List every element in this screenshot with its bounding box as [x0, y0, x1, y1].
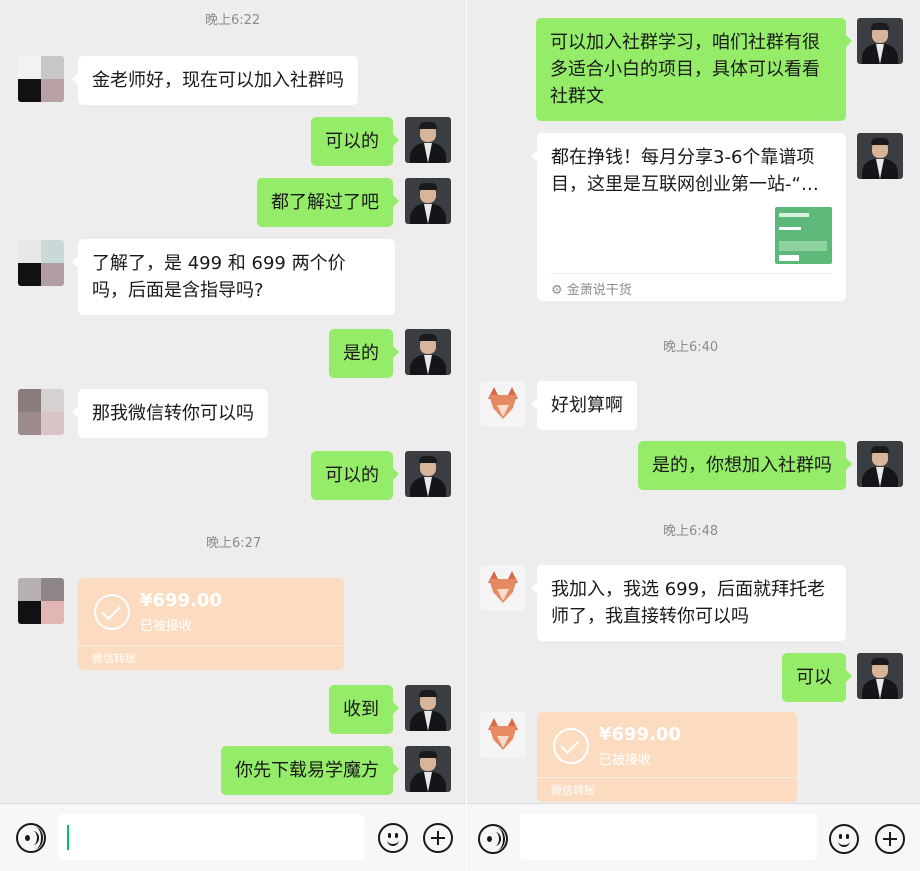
my-avatar[interactable]	[405, 451, 451, 497]
plus-icon[interactable]	[423, 823, 453, 853]
outgoing-message[interactable]: 可以的	[311, 451, 399, 500]
outgoing-message[interactable]: 收到	[329, 685, 399, 734]
emoji-icon[interactable]	[829, 824, 859, 854]
transfer-status: 已被接收	[599, 753, 652, 768]
incoming-message[interactable]: 我加入，我选 699，后面就拜托老师了，我直接转你可以吗	[531, 565, 846, 641]
voice-icon[interactable]	[478, 824, 508, 854]
transfer-card[interactable]: ¥699.00 已被接收 微信转账	[78, 578, 344, 670]
voice-icon[interactable]	[16, 823, 46, 853]
link-card-title: 都在挣钱！每月分享3-6个靠谱项目，这里是互联网创业第一站-“…	[551, 147, 819, 195]
contact-avatar[interactable]	[18, 389, 64, 435]
outgoing-message[interactable]: 是的，你想加入社群吗	[638, 441, 852, 490]
contact-avatar[interactable]	[18, 240, 64, 286]
incoming-message[interactable]: 了解了，是 499 和 699 两个价吗，后面是含指导吗?	[72, 239, 395, 315]
link-card-thumbnail	[775, 207, 832, 264]
transfer-footer-label: 微信转账	[92, 652, 136, 665]
chat-pane-right: 可以加入社群学习，咱们社群有很多适合小白的项目，具体可以看看社群文 都在挣钱！每…	[467, 0, 920, 871]
my-avatar[interactable]	[857, 653, 903, 699]
my-avatar[interactable]	[857, 18, 903, 64]
incoming-message[interactable]: 好划算啊	[531, 381, 637, 430]
transfer-amount: ¥699.00	[599, 724, 681, 745]
contact-avatar-fox[interactable]	[480, 565, 526, 611]
input-bar	[467, 803, 920, 871]
transfer-footer: 微信转账	[78, 645, 344, 670]
contact-avatar[interactable]	[18, 578, 64, 624]
timestamp: 晚上6:27	[206, 536, 262, 551]
my-avatar[interactable]	[405, 746, 451, 792]
timestamp: 晚上6:22	[205, 13, 261, 28]
message-input[interactable]	[58, 814, 364, 860]
timestamp: 晚上6:48	[663, 524, 719, 539]
plus-icon[interactable]	[875, 824, 905, 854]
my-avatar[interactable]	[857, 133, 903, 179]
outgoing-message[interactable]: 可以的	[311, 117, 399, 166]
contact-avatar-fox[interactable]	[480, 712, 526, 758]
my-avatar[interactable]	[405, 329, 451, 375]
link-card[interactable]: 都在挣钱！每月分享3-6个靠谱项目，这里是互联网创业第一站-“… ⚙ 金萧说干货	[531, 133, 846, 301]
link-card-source: ⚙ 金萧说干货	[551, 283, 632, 298]
message-input[interactable]	[520, 814, 817, 860]
outgoing-message[interactable]: 可以加入社群学习，咱们社群有很多适合小白的项目，具体可以看看社群文	[536, 18, 852, 121]
outgoing-message[interactable]: 你先下载易学魔方	[221, 746, 399, 795]
input-bar	[0, 803, 466, 871]
contact-avatar[interactable]	[18, 56, 64, 102]
transfer-footer: 微信转账	[537, 777, 797, 802]
transfer-status: 已被接收	[140, 619, 193, 634]
my-avatar[interactable]	[405, 117, 451, 163]
timestamp: 晚上6:40	[663, 340, 719, 355]
contact-avatar-fox[interactable]	[480, 381, 526, 427]
check-circle-icon	[94, 594, 130, 630]
divider	[551, 273, 832, 274]
chat-pane-left: 晚上6:22 金老师好，现在可以加入社群吗 可以的 都了解过了吧 了解了，是 4…	[0, 0, 466, 871]
incoming-message[interactable]: 金老师好，现在可以加入社群吗	[72, 56, 358, 105]
my-avatar[interactable]	[405, 685, 451, 731]
transfer-card[interactable]: ¥699.00 已被接收 微信转账	[537, 712, 797, 802]
text-cursor	[67, 825, 69, 850]
incoming-message[interactable]: 那我微信转你可以吗	[72, 389, 268, 438]
outgoing-message[interactable]: 是的	[329, 329, 399, 378]
outgoing-message[interactable]: 都了解过了吧	[257, 178, 399, 227]
source-icon: ⚙	[551, 283, 567, 298]
transfer-amount: ¥699.00	[140, 590, 222, 611]
check-circle-icon	[553, 728, 589, 764]
emoji-icon[interactable]	[378, 823, 408, 853]
transfer-footer-label: 微信转账	[551, 784, 595, 797]
my-avatar[interactable]	[405, 178, 451, 224]
my-avatar[interactable]	[857, 441, 903, 487]
outgoing-message[interactable]: 可以	[782, 653, 852, 702]
